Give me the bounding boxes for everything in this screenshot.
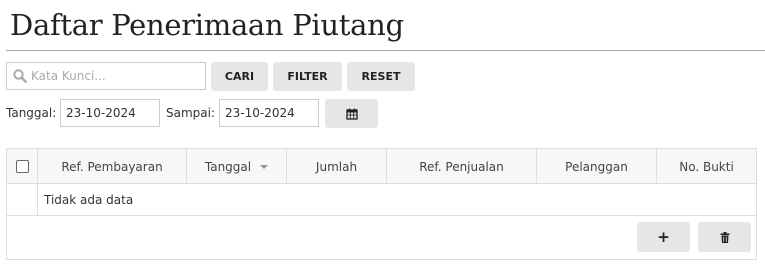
column-label: Pelanggan <box>565 159 628 174</box>
date-from-input[interactable] <box>60 99 160 127</box>
column-label: Tanggal <box>204 159 252 174</box>
search-icon <box>13 69 27 83</box>
column-label: No. Bukti <box>679 159 734 174</box>
sort-desc-icon <box>260 164 269 169</box>
column-label: Ref. Penjualan <box>419 159 504 174</box>
data-grid: Ref. Pembayaran Tanggal Jumlah Ref. Penj… <box>6 148 757 260</box>
title-divider <box>6 50 765 51</box>
empty-message: Tidak ada data <box>44 193 134 207</box>
column-header-jumlah[interactable]: Jumlah <box>287 149 387 184</box>
calendar-icon <box>345 108 358 120</box>
header-select-all[interactable] <box>7 149 38 184</box>
delete-button[interactable] <box>698 222 751 252</box>
grid-header: Ref. Pembayaran Tanggal Jumlah Ref. Penj… <box>7 149 756 184</box>
column-header-no-bukti[interactable]: No. Bukti <box>657 149 756 184</box>
empty-row-check-cell <box>7 184 38 215</box>
date-to-input[interactable] <box>219 99 319 127</box>
reset-button[interactable]: RESET <box>347 62 415 91</box>
search-input[interactable] <box>31 69 201 83</box>
search-box[interactable] <box>6 62 206 90</box>
column-header-pelanggan[interactable]: Pelanggan <box>537 149 657 184</box>
column-label: Jumlah <box>315 159 358 174</box>
page-title: Daftar Penerimaan Piutang <box>10 8 404 42</box>
date-to-label: Sampai: <box>166 106 216 120</box>
column-header-ref-pembayaran[interactable]: Ref. Pembayaran <box>38 149 187 184</box>
trash-icon <box>720 231 729 243</box>
filter-button[interactable]: FILTER <box>273 62 342 91</box>
add-button[interactable]: + <box>637 222 690 252</box>
empty-row: Tidak ada data <box>7 184 756 216</box>
column-header-tanggal[interactable]: Tanggal <box>187 149 287 184</box>
select-all-checkbox[interactable] <box>15 160 29 173</box>
column-header-ref-penjualan[interactable]: Ref. Penjualan <box>387 149 537 184</box>
column-label: Ref. Pembayaran <box>61 159 163 174</box>
search-button[interactable]: CARI <box>211 62 268 91</box>
date-from-label: Tanggal: <box>6 106 57 120</box>
plus-icon: + <box>657 228 670 246</box>
calendar-button[interactable] <box>325 99 378 128</box>
